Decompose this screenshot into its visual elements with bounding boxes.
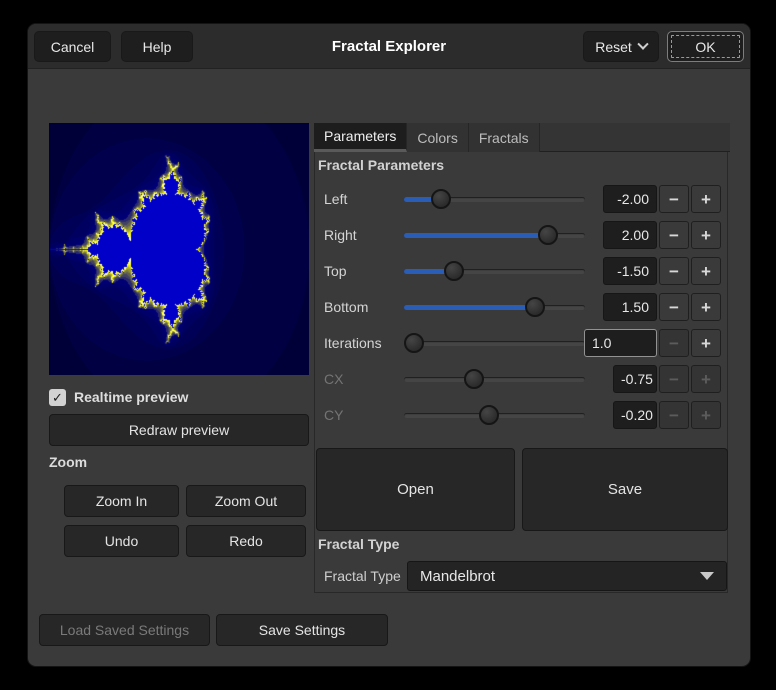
value-entry-cx: -0.75	[613, 365, 657, 393]
param-label-cy: CY	[324, 397, 343, 433]
decrement-button-right[interactable]: −	[659, 221, 689, 249]
param-label-iterations: Iterations	[324, 325, 382, 361]
save-settings-button[interactable]: Save Settings	[216, 614, 388, 646]
param-row-cy: CY -0.20−+	[315, 397, 727, 433]
param-row-right: Right 2.00−+	[315, 217, 727, 253]
slider-thumb-bottom[interactable]	[525, 297, 545, 317]
chevron-down-icon	[637, 38, 648, 49]
slider-thumb-left[interactable]	[431, 189, 451, 209]
slider-bottom[interactable]	[404, 289, 585, 325]
param-label-top: Top	[324, 253, 347, 289]
slider-track-iterations	[404, 341, 585, 346]
fractal-preview[interactable]	[49, 123, 309, 375]
fractal-parameters-heading: Fractal Parameters	[318, 157, 444, 173]
param-label-cx: CX	[324, 361, 343, 397]
slider-fill-right	[404, 233, 548, 238]
cancel-button[interactable]: Cancel	[34, 31, 111, 62]
slider-thumb-cx	[464, 369, 484, 389]
tab-parameters[interactable]: Parameters	[314, 123, 407, 152]
ok-button[interactable]: OK	[667, 31, 744, 62]
decrement-button-bottom[interactable]: −	[659, 293, 689, 321]
realtime-preview-checkbox-row[interactable]: ✓ Realtime preview	[49, 387, 188, 407]
decrement-button-iterations: −	[659, 329, 689, 357]
param-row-left: Left -2.00−+	[315, 181, 727, 217]
zoom-button-undo[interactable]: Undo	[64, 525, 179, 557]
slider-track-cx	[404, 377, 585, 382]
value-entry-top[interactable]: -1.50	[603, 257, 657, 285]
tab-colors[interactable]: Colors	[407, 123, 468, 152]
reset-button[interactable]: Reset	[583, 31, 659, 62]
zoom-section-heading: Zoom	[49, 454, 87, 470]
increment-button-iterations[interactable]: +	[691, 329, 721, 357]
fractal-type-dropdown[interactable]: Mandelbrot	[407, 561, 727, 591]
slider-top[interactable]	[404, 253, 585, 289]
increment-button-bottom[interactable]: +	[691, 293, 721, 321]
reset-label: Reset	[595, 39, 632, 55]
save-button[interactable]: Save	[522, 448, 728, 531]
param-row-top: Top -1.50−+	[315, 253, 727, 289]
load-saved-settings-button: Load Saved Settings	[39, 614, 210, 646]
titlebar[interactable]: Fractal Explorer Cancel Help Reset OK	[28, 24, 750, 69]
value-entry-right[interactable]: 2.00	[603, 221, 657, 249]
decrement-button-cx: −	[659, 365, 689, 393]
increment-button-cy: +	[691, 401, 721, 429]
param-label-bottom: Bottom	[324, 289, 368, 325]
value-entry-iterations[interactable]: 1.0	[584, 329, 657, 357]
value-entry-bottom[interactable]: 1.50	[603, 293, 657, 321]
dropdown-caret-icon	[700, 572, 714, 580]
slider-thumb-iterations[interactable]	[404, 333, 424, 353]
slider-thumb-cy	[479, 405, 499, 425]
value-entry-left[interactable]: -2.00	[603, 185, 657, 213]
decrement-button-left[interactable]: −	[659, 185, 689, 213]
slider-left[interactable]	[404, 181, 585, 217]
param-row-iterations: Iterations 1.0−+	[315, 325, 727, 361]
param-row-cx: CX -0.75−+	[315, 361, 727, 397]
increment-button-right[interactable]: +	[691, 221, 721, 249]
zoom-button-zoom-in[interactable]: Zoom In	[64, 485, 179, 517]
increment-button-cx: +	[691, 365, 721, 393]
param-row-bottom: Bottom 1.50−+	[315, 289, 727, 325]
zoom-button-redo[interactable]: Redo	[186, 525, 306, 557]
checkbox-checked-icon[interactable]: ✓	[49, 389, 66, 406]
slider-thumb-right[interactable]	[538, 225, 558, 245]
increment-button-top[interactable]: +	[691, 257, 721, 285]
fractal-explorer-dialog: Fractal Explorer Cancel Help Reset OK ✓ …	[27, 23, 751, 667]
slider-cx	[404, 361, 585, 397]
slider-thumb-top[interactable]	[444, 261, 464, 281]
param-label-left: Left	[324, 181, 347, 217]
slider-cy	[404, 397, 585, 433]
screen: Fractal Explorer Cancel Help Reset OK ✓ …	[0, 0, 776, 690]
open-button[interactable]: Open	[316, 448, 515, 531]
slider-fill-bottom	[404, 305, 535, 310]
tab-fractals[interactable]: Fractals	[469, 123, 540, 152]
fractal-type-heading: Fractal Type	[318, 536, 399, 552]
fractal-type-value: Mandelbrot	[420, 568, 495, 585]
help-button[interactable]: Help	[121, 31, 193, 62]
realtime-preview-label: Realtime preview	[74, 389, 188, 405]
fractal-type-label: Fractal Type	[324, 561, 401, 591]
increment-button-left[interactable]: +	[691, 185, 721, 213]
value-entry-cy: -0.20	[613, 401, 657, 429]
redraw-preview-button[interactable]: Redraw preview	[49, 414, 309, 446]
decrement-button-cy: −	[659, 401, 689, 429]
slider-iterations[interactable]	[404, 325, 585, 361]
tab-bar: ParametersColorsFractals	[314, 123, 730, 152]
param-label-right: Right	[324, 217, 357, 253]
decrement-button-top[interactable]: −	[659, 257, 689, 285]
settings-notebook: ParametersColorsFractals Fractal Paramet…	[314, 123, 728, 593]
zoom-button-zoom-out[interactable]: Zoom Out	[186, 485, 306, 517]
slider-right[interactable]	[404, 217, 585, 253]
